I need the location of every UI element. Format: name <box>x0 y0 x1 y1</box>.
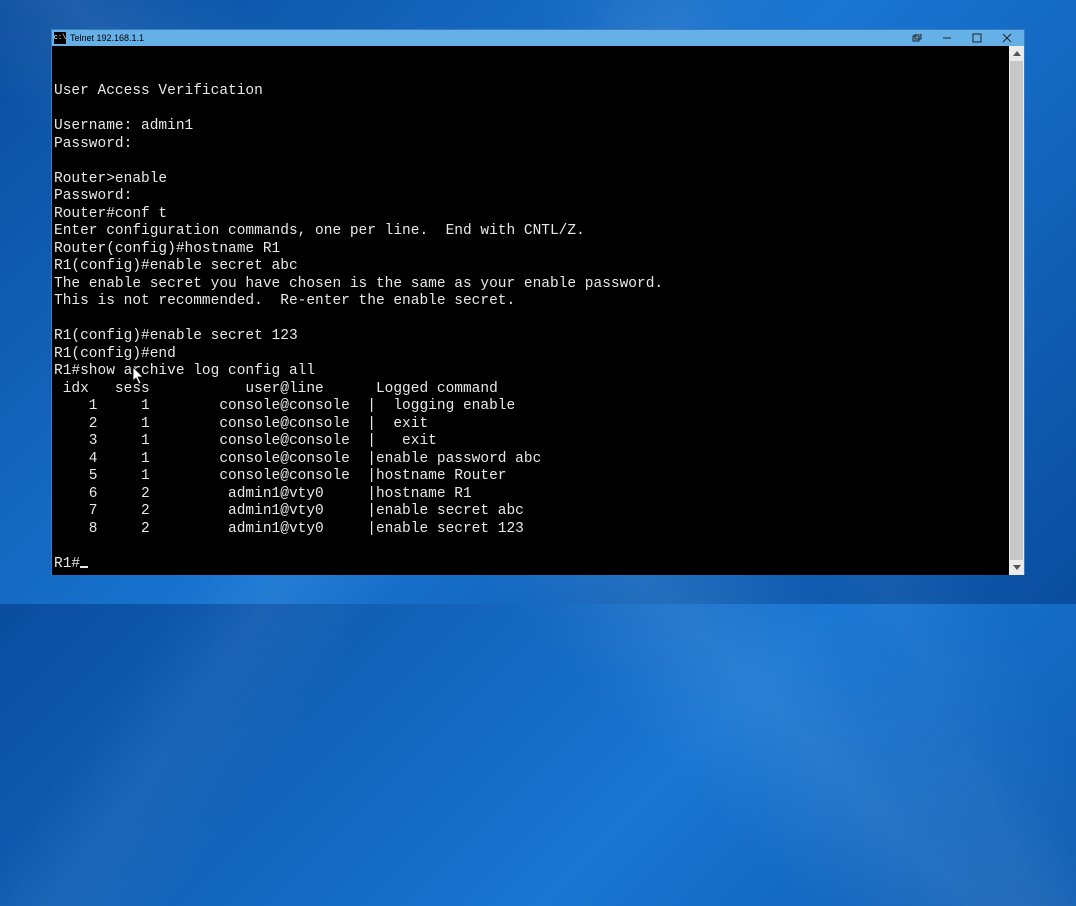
scroll-track[interactable] <box>1009 61 1024 560</box>
chevron-down-icon <box>1013 565 1021 570</box>
scroll-up-button[interactable] <box>1009 46 1024 61</box>
scroll-thumb[interactable] <box>1010 61 1023 560</box>
terminal-container: User Access Verification Username: admin… <box>52 46 1024 575</box>
maximize-button[interactable] <box>962 30 992 46</box>
telnet-window: c:\ Telnet 192.168.1.1 User Access Verif… <box>51 29 1025 575</box>
minimize-button[interactable] <box>932 30 962 46</box>
minimize-icon <box>942 33 952 43</box>
cmd-icon: c:\ <box>54 32 66 44</box>
maximize-icon <box>972 33 982 43</box>
window-titlebar[interactable]: c:\ Telnet 192.168.1.1 <box>52 30 1024 46</box>
window-title: Telnet 192.168.1.1 <box>70 33 902 43</box>
chevron-up-icon <box>1013 51 1021 56</box>
vertical-scrollbar[interactable] <box>1009 46 1024 575</box>
window-controls <box>902 30 1022 46</box>
close-icon <box>1002 33 1012 43</box>
close-button[interactable] <box>992 30 1022 46</box>
terminal-output[interactable]: User Access Verification Username: admin… <box>52 46 1009 575</box>
restore-down-alt-button[interactable] <box>902 30 932 46</box>
scroll-down-button[interactable] <box>1009 560 1024 575</box>
restore-alt-icon <box>912 34 922 42</box>
